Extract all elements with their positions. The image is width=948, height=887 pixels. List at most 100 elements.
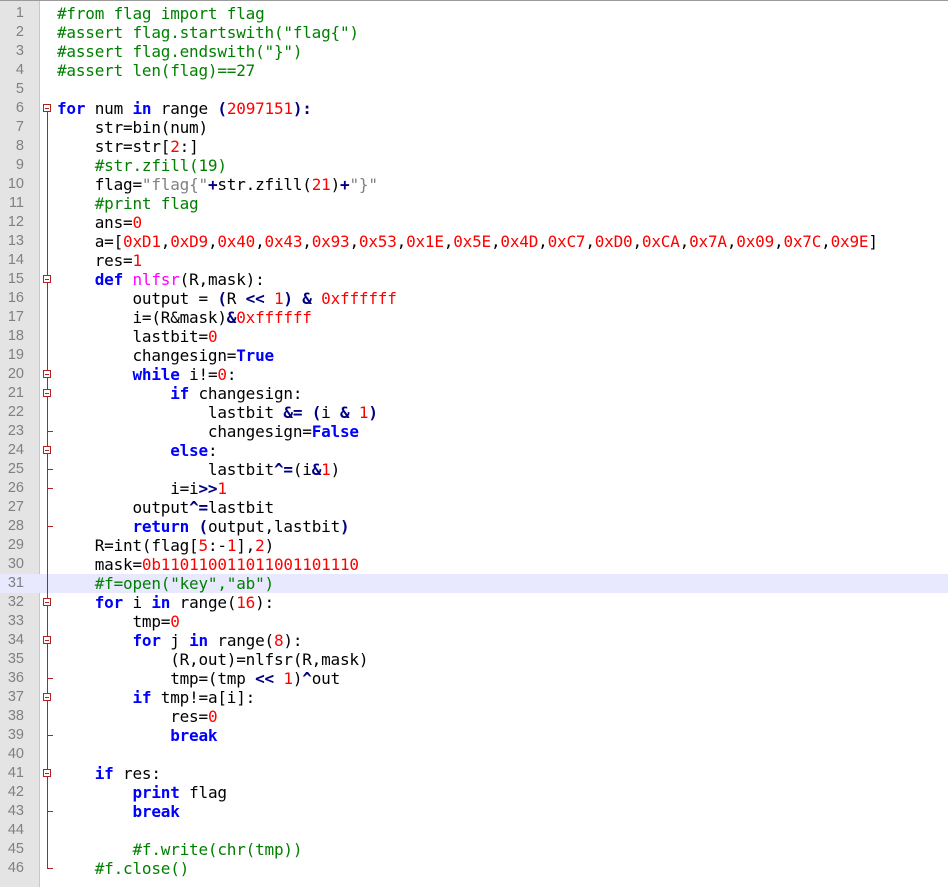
code-line[interactable]: 37 if tmp!=a[i]: [0, 688, 948, 707]
code-text[interactable]: #str.zfill(19) [57, 156, 227, 175]
code-line[interactable]: 40 [0, 745, 948, 764]
code-text[interactable]: else: [57, 441, 217, 460]
code-line[interactable]: 25 lastbit^=(i&1) [0, 460, 948, 479]
code-line[interactable]: 18 lastbit=0 [0, 327, 948, 346]
code-text[interactable]: for j in range(8): [57, 631, 302, 650]
code-line[interactable]: 44 [0, 821, 948, 840]
code-text[interactable]: output^=lastbit [57, 498, 274, 517]
code-line[interactable]: 4 #assert len(flag)==27 [0, 61, 948, 80]
code-line[interactable]: 11 #print flag [0, 194, 948, 213]
code-line[interactable]: 39 break [0, 726, 948, 745]
code-text[interactable]: lastbit=0 [57, 327, 217, 346]
code-text[interactable]: i=i>>1 [57, 479, 227, 498]
code-line[interactable]: 22 lastbit &= (i & 1) [0, 403, 948, 422]
code-line[interactable]: 41 if res: [0, 764, 948, 783]
code-text[interactable]: #f.write(chr(tmp)) [57, 840, 302, 859]
code-line[interactable]: 7 str=bin(num) [0, 118, 948, 137]
code-text[interactable]: R=int(flag[5:-1],2) [57, 536, 274, 555]
fold-toggle-icon[interactable] [40, 764, 56, 783]
code-line[interactable]: 46 #f.close() [0, 859, 948, 878]
code-line[interactable]: 20 while i!=0: [0, 365, 948, 384]
fold-toggle-icon[interactable] [40, 384, 56, 403]
code-line[interactable]: 26 i=i>>1 [0, 479, 948, 498]
code-text[interactable]: #assert flag.endswith("}") [57, 42, 302, 61]
code-text[interactable]: #f.close() [57, 859, 190, 878]
code-line[interactable]: 12 ans=0 [0, 213, 948, 232]
code-line[interactable]: 13 a=[0xD1,0xD9,0x40,0x43,0x93,0x53,0x1E… [0, 232, 948, 251]
code-line[interactable]: 3 #assert flag.endswith("}") [0, 42, 948, 61]
code-text[interactable]: res=0 [57, 707, 217, 726]
code-line[interactable]: 28 return (output,lastbit) [0, 517, 948, 536]
code-line[interactable]: 21 if changesign: [0, 384, 948, 403]
code-text[interactable]: flag="flag{"+str.zfill(21)+"}" [57, 175, 378, 194]
code-text[interactable]: #f=open("key","ab") [57, 574, 274, 593]
code-line[interactable]: 31 #f=open("key","ab") [0, 574, 948, 593]
code-text[interactable]: if res: [57, 764, 161, 783]
code-line[interactable]: 24 else: [0, 441, 948, 460]
code-text[interactable]: (R,out)=nlfsr(R,mask) [57, 650, 368, 669]
fold-toggle-icon[interactable] [40, 688, 56, 707]
code-text[interactable]: mask=0b110110011011001101110 [57, 555, 359, 574]
code-line[interactable]: 9 #str.zfill(19) [0, 156, 948, 175]
code-text[interactable]: #print flag [57, 194, 199, 213]
code-line[interactable]: 33 tmp=0 [0, 612, 948, 631]
code-line[interactable]: 17 i=(R&mask)&0xffffff [0, 308, 948, 327]
code-text[interactable]: tmp=(tmp << 1)^out [57, 669, 340, 688]
code-text[interactable]: return (output,lastbit) [57, 517, 349, 536]
code-text[interactable]: break [57, 802, 179, 821]
code-text[interactable]: #from flag import flag [57, 4, 265, 23]
code-line[interactable]: 27 output^=lastbit [0, 498, 948, 517]
code-text[interactable]: for i in range(16): [57, 593, 274, 612]
code-text[interactable]: str=bin(num) [57, 118, 208, 137]
code-line[interactable]: 32 for i in range(16): [0, 593, 948, 612]
code-text[interactable]: if tmp!=a[i]: [57, 688, 255, 707]
code-line[interactable]: 43 break [0, 802, 948, 821]
code-line[interactable]: 42 print flag [0, 783, 948, 802]
code-editor[interactable]: 1 #from flag import flag 2 #assert flag.sta… [0, 0, 948, 887]
code-line[interactable]: 10 flag="flag{"+str.zfill(21)+"}" [0, 175, 948, 194]
code-text[interactable]: tmp=0 [57, 612, 179, 631]
code-line[interactable]: 35 (R,out)=nlfsr(R,mask) [0, 650, 948, 669]
code-text[interactable]: break [57, 726, 217, 745]
code-line[interactable]: 8 str=str[2:] [0, 137, 948, 156]
code-line[interactable]: 34 for j in range(8): [0, 631, 948, 650]
fold-toggle-icon[interactable] [40, 593, 56, 612]
code-text[interactable]: print flag [57, 783, 227, 802]
code-text[interactable]: def nlfsr(R,mask): [57, 270, 265, 289]
code-text[interactable]: lastbit^=(i&1) [57, 460, 340, 479]
code-line[interactable]: 16 output = (R << 1) & 0xffffff [0, 289, 948, 308]
code-text[interactable]: #assert flag.startswith("flag{") [57, 23, 359, 42]
code-line[interactable]: 23 changesign=False [0, 422, 948, 441]
code-text[interactable]: res=1 [57, 251, 142, 270]
fold-toggle-icon[interactable] [40, 441, 56, 460]
code-line[interactable]: 15 def nlfsr(R,mask): [0, 270, 948, 289]
code-line[interactable]: 14 res=1 [0, 251, 948, 270]
code-line[interactable]: 38 res=0 [0, 707, 948, 726]
code-line[interactable]: 19 changesign=True [0, 346, 948, 365]
fold-toggle-icon[interactable] [40, 365, 56, 384]
code-text[interactable]: lastbit &= (i & 1) [57, 403, 378, 422]
fold-toggle-icon[interactable] [40, 270, 56, 289]
code-text[interactable]: ans=0 [57, 213, 142, 232]
code-text[interactable]: while i!=0: [57, 365, 236, 384]
code-token: #assert len(flag)==27 [57, 61, 256, 80]
code-line[interactable]: 5 [0, 80, 948, 99]
code-text[interactable]: #assert len(flag)==27 [57, 61, 255, 80]
code-line[interactable]: 36 tmp=(tmp << 1)^out [0, 669, 948, 688]
code-text[interactable]: output = (R << 1) & 0xffffff [57, 289, 396, 308]
code-line[interactable]: 29 R=int(flag[5:-1],2) [0, 536, 948, 555]
code-line[interactable]: 6 for num in range (2097151): [0, 99, 948, 118]
code-line[interactable]: 45 #f.write(chr(tmp)) [0, 840, 948, 859]
code-text[interactable]: if changesign: [57, 384, 302, 403]
fold-toggle-icon[interactable] [40, 99, 56, 118]
code-text[interactable]: str=str[2:] [57, 137, 199, 156]
code-text[interactable]: for num in range (2097151): [57, 99, 312, 118]
fold-toggle-icon[interactable] [40, 631, 56, 650]
code-line[interactable]: 1 #from flag import flag [0, 4, 948, 23]
code-text[interactable]: i=(R&mask)&0xffffff [57, 308, 311, 327]
code-text[interactable]: changesign=False [57, 422, 359, 441]
code-text[interactable]: changesign=True [57, 346, 274, 365]
code-line[interactable]: 30 mask=0b110110011011001101110 [0, 555, 948, 574]
code-line[interactable]: 2 #assert flag.startswith("flag{") [0, 23, 948, 42]
code-text[interactable]: a=[0xD1,0xD9,0x40,0x43,0x93,0x53,0x1E,0x… [57, 232, 878, 251]
